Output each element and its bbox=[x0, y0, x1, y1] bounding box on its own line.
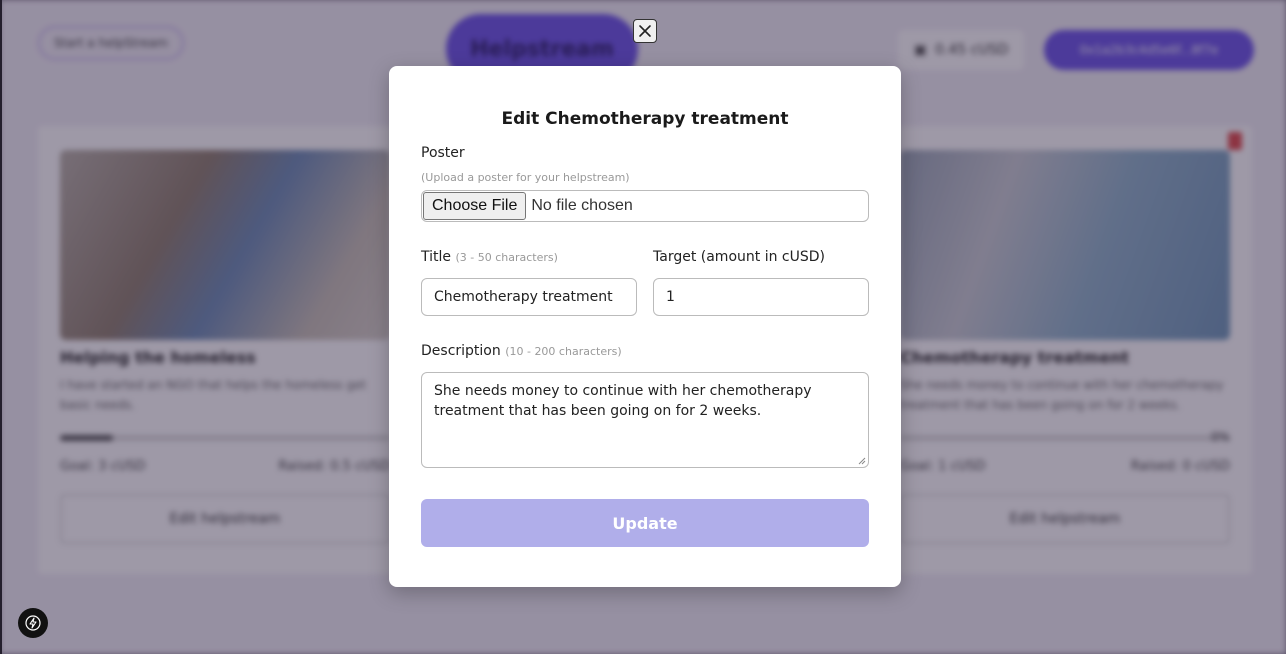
poster-hint: (Upload a poster for your helpstream) bbox=[421, 171, 630, 184]
title-input[interactable]: Chemotherapy treatment bbox=[421, 278, 637, 316]
description-label: Description bbox=[421, 343, 501, 359]
title-hint: (3 - 50 characters) bbox=[455, 251, 558, 264]
close-icon bbox=[639, 25, 651, 37]
title-label: Title bbox=[421, 249, 452, 265]
file-status: No file chosen bbox=[531, 197, 633, 214]
choose-file-button[interactable]: Choose File bbox=[423, 192, 527, 220]
update-button[interactable]: Update bbox=[421, 499, 869, 547]
target-label: Target (amount in cUSD) bbox=[653, 249, 825, 265]
edit-helpstream-modal: Edit Chemotherapy treatment Poster (Uplo… bbox=[389, 66, 901, 587]
description-label-group: Description (10 - 200 characters) bbox=[421, 343, 622, 359]
description-value: She needs money to continue with her che… bbox=[434, 383, 812, 419]
bolt-icon[interactable] bbox=[18, 608, 48, 638]
modal-title: Edit Chemotherapy treatment bbox=[501, 109, 789, 129]
poster-file-input[interactable]: Choose File No file chosen bbox=[421, 190, 869, 222]
poster-label: Poster bbox=[421, 145, 465, 161]
resize-grip-icon[interactable] bbox=[858, 457, 866, 465]
description-hint: (10 - 200 characters) bbox=[505, 345, 622, 358]
target-input[interactable]: 1 bbox=[653, 278, 869, 316]
close-modal-button[interactable] bbox=[633, 19, 657, 43]
description-textarea[interactable]: She needs money to continue with her che… bbox=[421, 372, 869, 468]
title-label-group: Title (3 - 50 characters) bbox=[421, 249, 558, 265]
